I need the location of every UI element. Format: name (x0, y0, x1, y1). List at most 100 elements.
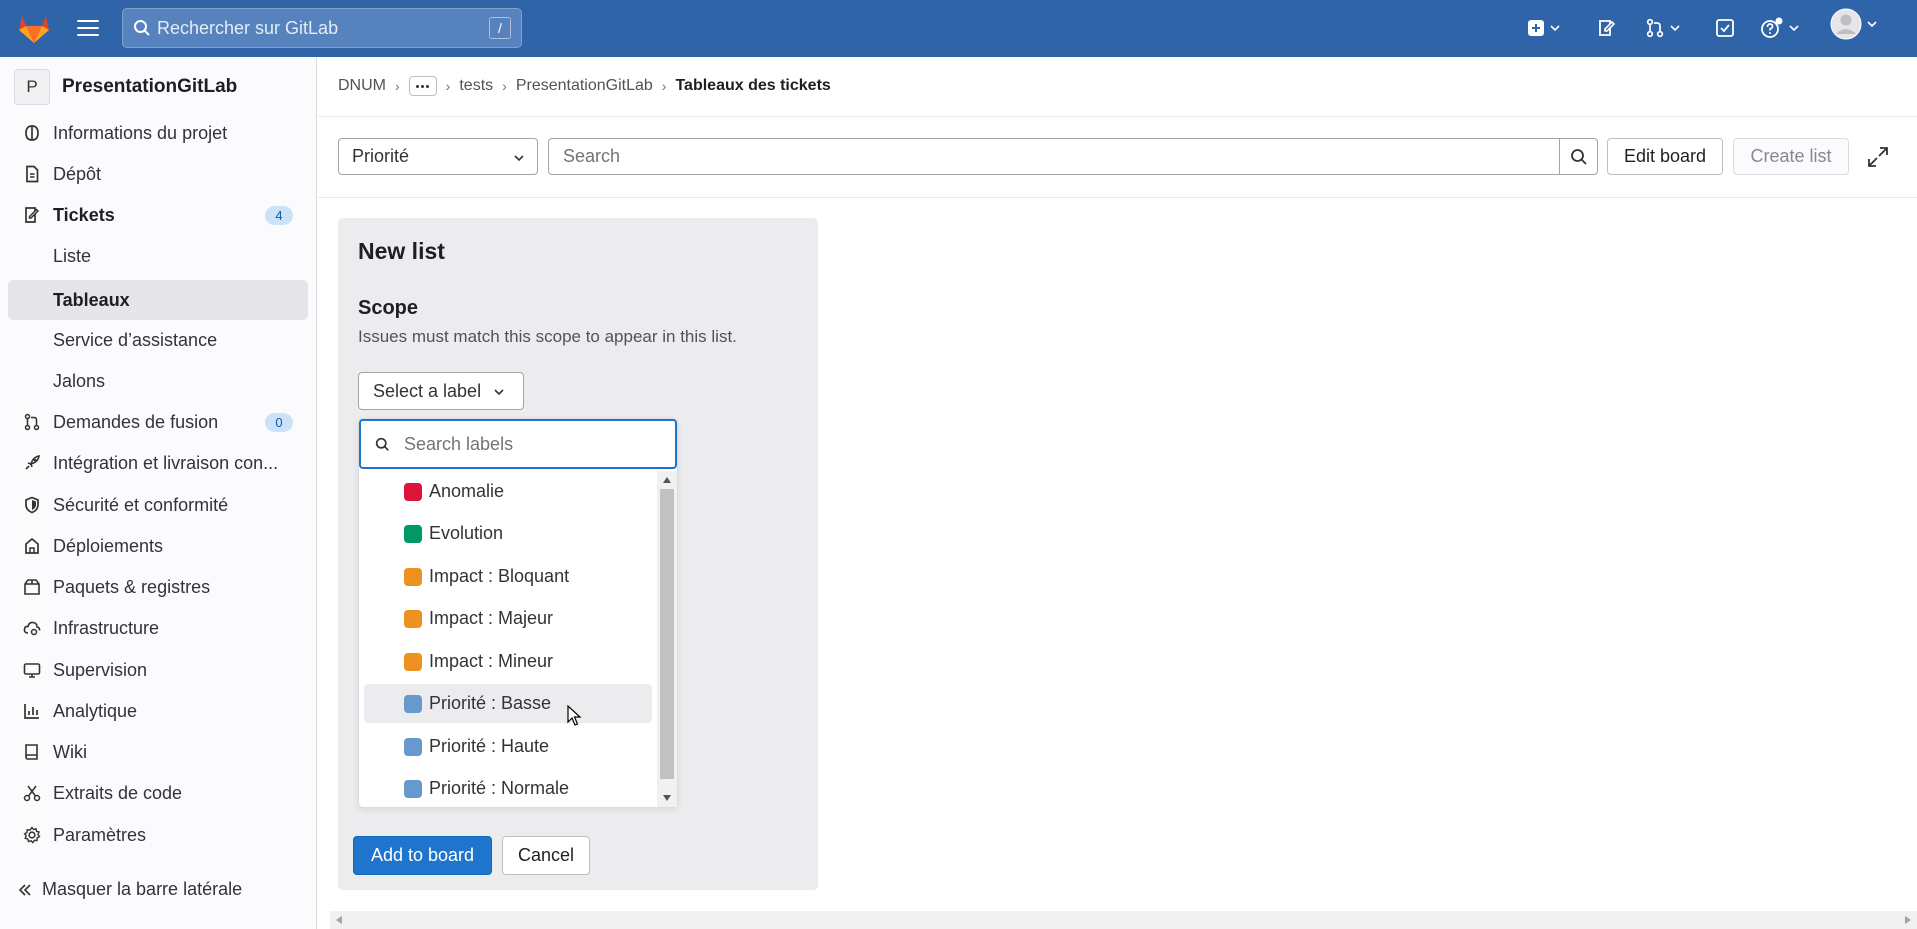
chart-icon (22, 701, 42, 721)
project-header[interactable]: P PresentationGitLab (14, 67, 237, 107)
sidebar-item-merge-requests[interactable]: Demandes de fusion 0 (8, 402, 308, 442)
scope-title: Scope (358, 297, 419, 319)
create-list-button[interactable]: Create list (1733, 138, 1849, 175)
issues-shortcut[interactable] (1597, 15, 1617, 41)
select-label-dropdown[interactable]: Select a label (358, 372, 524, 410)
sidebar-item-label: Sécurité et conformité (53, 494, 229, 515)
sidebar-item-service-desk[interactable]: Service d’assistance (8, 320, 308, 360)
chevron-down-icon (1867, 21, 1877, 28)
label-color-swatch (404, 610, 422, 628)
board-filter-placeholder: Search (563, 146, 621, 166)
sidebar-item-label: Service d’assistance (53, 329, 218, 350)
help-dropdown[interactable] (1760, 15, 1799, 41)
label-option-name: Priorité : Haute (429, 736, 550, 756)
sidebar-item-label: Analytique (53, 700, 138, 721)
chevron-right-icon: › (502, 78, 507, 94)
label-option[interactable]: Impact : Majeur (364, 599, 652, 638)
issues-icon (22, 205, 42, 225)
sidebar-item-monitor[interactable]: Supervision (8, 650, 308, 690)
merge-requests-dropdown[interactable] (1645, 15, 1680, 41)
label-option-name: Impact : Bloquant (429, 566, 570, 586)
label-option[interactable]: Impact : Mineur (364, 642, 652, 681)
sidebar-item-snippets[interactable]: Extraits de code (8, 773, 308, 813)
label-color-swatch (404, 653, 422, 671)
breadcrumb-item[interactable]: PresentationGitLab (516, 77, 653, 95)
mouse-pointer-icon (567, 705, 582, 726)
chevron-right-icon: › (445, 78, 451, 94)
board-select[interactable]: Priorité (338, 138, 538, 175)
sidebar-item-ci-cd[interactable]: Intégration et livraison con... (8, 443, 308, 483)
add-to-board-button[interactable]: Add to board (353, 836, 492, 875)
document-icon (22, 164, 42, 184)
divider (318, 197, 1917, 198)
breadcrumb-item[interactable]: tests (459, 77, 493, 95)
sidebar-item-deployments[interactable]: Déploiements (8, 526, 308, 566)
sidebar-item-wiki[interactable]: Wiki (8, 732, 308, 772)
expand-fullscreen-icon[interactable] (1866, 145, 1890, 169)
sidebar-item-boards[interactable]: Tableaux (8, 280, 308, 320)
search-icon (134, 20, 150, 36)
hamburger-icon[interactable] (76, 17, 100, 39)
breadcrumb: DNUM › › tests › PresentationGitLab › Ta… (338, 76, 831, 96)
collapse-sidebar-button[interactable]: Masquer la barre latérale (18, 879, 242, 900)
sidebar-item-infrastructure[interactable]: Infrastructure (8, 608, 308, 648)
breadcrumb-current[interactable]: Tableaux des tickets (675, 77, 830, 95)
label-color-swatch (404, 695, 422, 713)
sidebar-item-security[interactable]: Sécurité et conformité (8, 485, 308, 525)
scrollbar-thumb[interactable] (660, 489, 674, 779)
tanuki-logo-icon[interactable] (16, 10, 52, 46)
label-option-name: Anomalie (429, 481, 505, 501)
sidebar-item-settings[interactable]: Paramètres (8, 815, 308, 855)
create-new-dropdown[interactable] (1527, 15, 1560, 41)
sidebar-item-label: Supervision (53, 659, 148, 680)
cancel-button[interactable]: Cancel (502, 836, 590, 875)
label-option[interactable]: Anomalie (364, 472, 652, 511)
label-option[interactable]: Priorité : Normale (364, 769, 652, 808)
chevron-down-icon (1670, 25, 1680, 32)
sidebar-item-issues-list[interactable]: Liste (8, 236, 308, 276)
board-filter-search-button[interactable] (1559, 138, 1598, 175)
board-horizontal-scrollbar[interactable] (330, 911, 1917, 929)
label-option[interactable]: Priorité : Haute (364, 727, 652, 766)
merge-requests-count-badge: 0 (265, 413, 293, 432)
scroll-down-arrow-icon[interactable] (663, 795, 671, 801)
more-horizontal-icon[interactable] (408, 76, 437, 96)
label-option[interactable]: Priorité : Basse (364, 684, 652, 723)
board-select-value: Priorité (352, 146, 410, 166)
global-search-input[interactable]: Rechercher sur GitLab / (122, 8, 522, 48)
label-color-swatch (404, 483, 422, 501)
user-menu-dropdown[interactable] (1830, 8, 1877, 40)
sidebar-item-analytics[interactable]: Analytique (8, 691, 308, 731)
scissors-icon (22, 783, 42, 803)
label-option-name: Impact : Majeur (429, 608, 554, 628)
search-labels-input[interactable]: Search labels (359, 419, 677, 469)
scroll-right-arrow-icon[interactable] (1905, 916, 1911, 924)
sidebar-item-label: Wiki (53, 741, 87, 762)
sidebar-item-label: Informations du projet (53, 122, 228, 143)
sidebar-item-project-info[interactable]: Informations du projet (8, 113, 308, 153)
sidebar-item-packages[interactable]: Paquets & registres (8, 567, 308, 607)
scroll-up-arrow-icon[interactable] (663, 477, 671, 483)
edit-board-button[interactable]: Edit board (1607, 138, 1723, 175)
issues-icon (1599, 20, 1616, 36)
sidebar-item-label: Tickets (53, 204, 115, 225)
scope-help-text: Issues must match this scope to appear i… (358, 327, 737, 346)
sidebar-item-issues[interactable]: Tickets 4 (8, 195, 308, 235)
board-filter-input[interactable]: Search (548, 138, 1560, 175)
label-option[interactable]: Impact : Bloquant (364, 557, 652, 596)
scroll-left-arrow-icon[interactable] (336, 916, 342, 924)
chevron-down-icon (514, 155, 524, 162)
label-list-scrollbar[interactable] (657, 471, 677, 807)
label-color-swatch (404, 568, 422, 586)
todo-shortcut[interactable] (1715, 15, 1735, 41)
new-list-title: New list (358, 238, 445, 264)
sidebar-item-label: Liste (53, 245, 92, 266)
breadcrumb-item[interactable]: DNUM (338, 77, 386, 95)
merge-request-icon (22, 412, 42, 432)
sidebar-item-repository[interactable]: Dépôt (8, 154, 308, 194)
monitor-icon (22, 660, 42, 680)
search-icon (1570, 148, 1587, 165)
sidebar-item-milestones[interactable]: Jalons (8, 361, 308, 401)
sidebar-item-label: Paramètres (53, 824, 147, 845)
label-option[interactable]: Evolution (364, 514, 652, 553)
